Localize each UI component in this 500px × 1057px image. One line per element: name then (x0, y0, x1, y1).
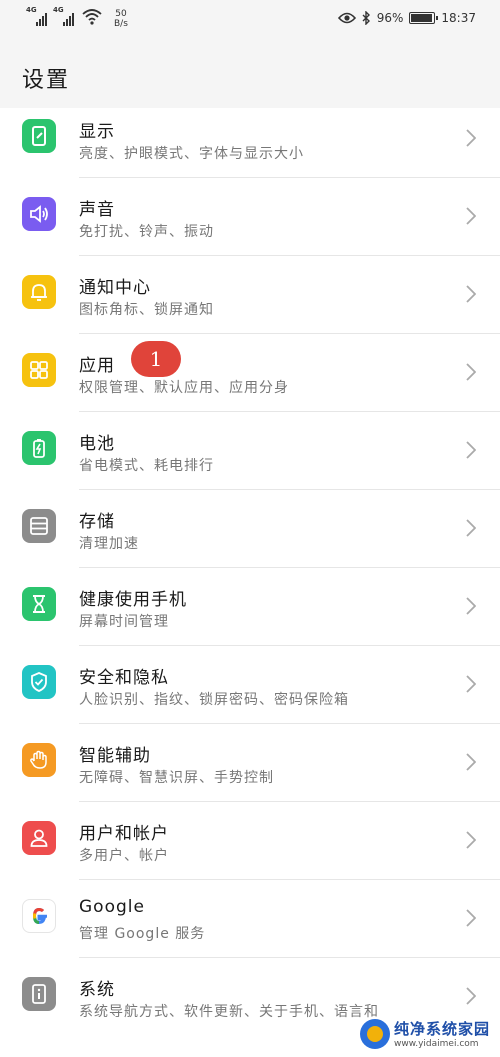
settings-item-users-accounts[interactable]: 用户和帐户 多用户、帐户 (0, 802, 500, 880)
settings-item-notifications[interactable]: 通知中心 图标角标、锁屏通知 (0, 256, 500, 334)
settings-item-title: 存储 (79, 512, 115, 532)
settings-item-subtitle: 免打扰、铃声、振动 (79, 224, 214, 240)
settings-item-subtitle: 人脸识别、指纹、锁屏密码、密码保险箱 (79, 692, 349, 708)
network-type-2: 4G (53, 6, 64, 14)
settings-item-storage[interactable]: 存储 清理加速 (0, 490, 500, 568)
apps-icon (22, 353, 56, 387)
chevron-right-icon (466, 129, 476, 147)
chevron-right-icon (466, 597, 476, 615)
settings-item-subtitle: 清理加速 (79, 536, 139, 552)
chevron-right-icon (466, 285, 476, 303)
battery-icon (409, 12, 439, 24)
chevron-right-icon (466, 831, 476, 849)
chevron-right-icon (466, 519, 476, 537)
speed-value: 50 (115, 9, 127, 19)
clock: 18:37 (441, 11, 476, 25)
settings-item-title: 应用 (79, 356, 115, 376)
watermark-name: 纯净系统家园 (393, 1020, 490, 1038)
status-bar: 4G 4G 50 B/s 96% 18:37 (0, 0, 500, 40)
settings-item-title: 系统 (79, 980, 115, 1000)
settings-item-subtitle: 无障碍、智慧识屏、手势控制 (79, 770, 274, 786)
watermark-logo-icon (359, 1018, 390, 1049)
settings-item-title: 显示 (79, 122, 115, 142)
settings-item-apps[interactable]: 应用 权限管理、默认应用、应用分身 (0, 334, 500, 412)
network-speed: 50 B/s (114, 9, 128, 29)
eye-icon (337, 12, 356, 24)
speaker-icon (22, 197, 56, 231)
signal-icon: 4G (53, 6, 74, 26)
settings-item-title: 用户和帐户 (79, 824, 169, 844)
chevron-right-icon (466, 207, 476, 225)
settings-item-subtitle: 系统导航方式、软件更新、关于手机、语言和 (79, 1004, 379, 1020)
hourglass-icon (22, 587, 56, 621)
chevron-right-icon (466, 363, 476, 381)
settings-list: 显示 亮度、护眼模式、字体与显示大小 声音 免打扰、铃声、振动 通知中心 图标角… (0, 100, 500, 1036)
storage-icon (22, 509, 56, 543)
settings-item-sound[interactable]: 声音 免打扰、铃声、振动 (0, 178, 500, 256)
watermark-url: www.yidaimei.com (393, 1039, 479, 1049)
settings-item-digital-balance[interactable]: 健康使用手机 屏幕时间管理 (0, 568, 500, 646)
chevron-right-icon (466, 909, 476, 927)
settings-item-security[interactable]: 安全和隐私 人脸识别、指纹、锁屏密码、密码保险箱 (0, 646, 500, 724)
settings-item-subtitle: 图标角标、锁屏通知 (79, 302, 214, 318)
speed-unit: B/s (114, 19, 128, 29)
settings-item-subtitle: 省电模式、耗电排行 (79, 458, 214, 474)
settings-item-subtitle: 多用户、帐户 (79, 848, 169, 864)
settings-item-display[interactable]: 显示 亮度、护眼模式、字体与显示大小 (0, 100, 500, 178)
settings-item-title: 电池 (79, 434, 115, 454)
settings-item-accessibility[interactable]: 智能辅助 无障碍、智慧识屏、手势控制 (0, 724, 500, 802)
settings-item-subtitle: 管理 Google 服务 (79, 926, 206, 942)
hand-icon (22, 743, 56, 777)
settings-item-subtitle: 权限管理、默认应用、应用分身 (79, 380, 289, 396)
header: 设置 (0, 40, 500, 108)
watermark: 纯净系统家园 www.yidaimei.com (359, 1018, 490, 1049)
signal-icon: 4G (26, 6, 47, 26)
settings-item-title: 健康使用手机 (79, 590, 187, 610)
wifi-icon (82, 9, 102, 25)
settings-item-battery[interactable]: 电池 省电模式、耗电排行 (0, 412, 500, 490)
google-icon (22, 899, 56, 933)
settings-item-google[interactable]: Google 管理 Google 服务 (0, 880, 500, 958)
battery-icon (22, 431, 56, 465)
battery-percent: 96% (376, 11, 404, 25)
settings-item-title: 通知中心 (79, 278, 151, 298)
settings-item-title: 智能辅助 (79, 746, 151, 766)
chevron-right-icon (466, 441, 476, 459)
chevron-right-icon (466, 753, 476, 771)
settings-item-title: 安全和隐私 (79, 668, 169, 688)
page-title: 设置 (22, 68, 71, 93)
settings-item-subtitle: 屏幕时间管理 (79, 614, 169, 630)
shield-icon (22, 665, 56, 699)
network-type-1: 4G (26, 6, 37, 14)
settings-item-title: Google (79, 897, 145, 917)
chevron-right-icon (466, 675, 476, 693)
chevron-right-icon (466, 987, 476, 1005)
step-annotation-badge: 1 (131, 341, 181, 377)
bell-icon (22, 275, 56, 309)
info-icon (22, 977, 56, 1011)
user-icon (22, 821, 56, 855)
display-icon (22, 119, 56, 153)
settings-item-title: 声音 (79, 200, 115, 220)
bluetooth-icon (362, 11, 370, 25)
settings-item-subtitle: 亮度、护眼模式、字体与显示大小 (79, 146, 304, 162)
